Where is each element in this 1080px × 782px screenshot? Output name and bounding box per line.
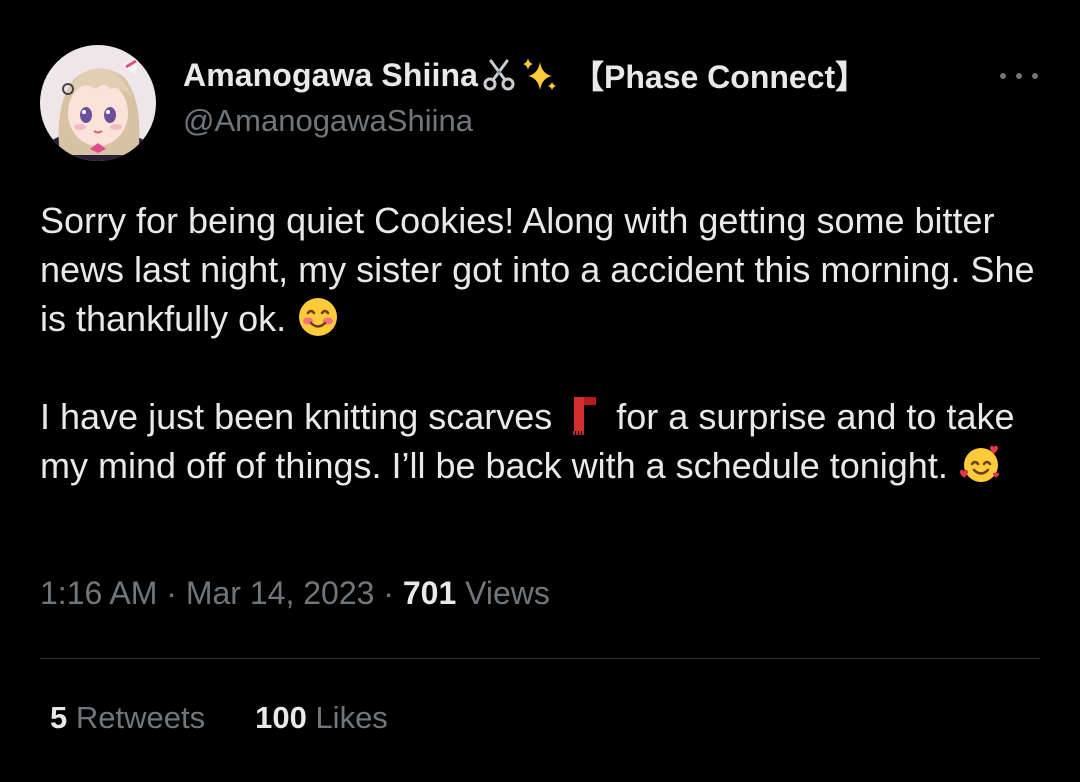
tweet-card: Amanogawa Shiina 【Phase Connect】 @Amanog…: [0, 0, 1080, 782]
likes-label: Likes: [306, 700, 388, 735]
engagement-stats: 5 Retweets 100 Likes: [50, 700, 388, 736]
tweet-paragraph-1: Sorry for being quiet Cookies! Along wit…: [40, 196, 1050, 343]
tweet-time[interactable]: 1:16 AM: [40, 575, 157, 611]
tweet-meta: 1:16 AM · Mar 14, 2023 · 701 Views: [40, 575, 550, 612]
tweet-paragraph-2: I have just been knitting scarves for a …: [40, 392, 1050, 490]
views-label: Views: [456, 575, 550, 611]
user-handle[interactable]: @AmanogawaShiina: [183, 103, 473, 139]
meta-separator: ·: [157, 575, 186, 611]
affiliation-tag: 【Phase Connect】: [572, 59, 868, 95]
avatar[interactable]: [40, 45, 156, 161]
retweets-label: Retweets: [67, 700, 206, 735]
author-name-row: Amanogawa Shiina 【Phase Connect】: [183, 52, 867, 98]
avatar-image: [40, 45, 156, 161]
dot: [1032, 73, 1038, 79]
views-count: 701: [402, 575, 457, 611]
smiling-face-icon: [296, 295, 340, 339]
smiling-face-with-hearts-icon: [958, 442, 1002, 486]
retweets-count: 5: [50, 700, 68, 735]
scarf-icon: [562, 393, 606, 437]
display-name[interactable]: Amanogawa Shiina: [183, 57, 478, 94]
dot: [1000, 73, 1006, 79]
paragraph-2-text-a: I have just been knitting scarves: [40, 396, 563, 437]
tweet-text: Sorry for being quiet Cookies! Along wit…: [40, 196, 1050, 490]
tweet-date[interactable]: Mar 14, 2023: [186, 575, 375, 611]
dot: [1016, 73, 1022, 79]
more-options-icon[interactable]: [1000, 62, 1038, 90]
paragraph-1-text: Sorry for being quiet Cookies! Along wit…: [40, 200, 1035, 339]
likes-count: 100: [255, 700, 307, 735]
meta-separator: ·: [374, 575, 403, 611]
sparkles-icon: [520, 56, 558, 94]
divider: [40, 658, 1040, 659]
retweets-stat[interactable]: 5 Retweets: [50, 700, 205, 736]
scissors-icon: [481, 57, 517, 93]
likes-stat[interactable]: 100 Likes: [255, 700, 388, 736]
